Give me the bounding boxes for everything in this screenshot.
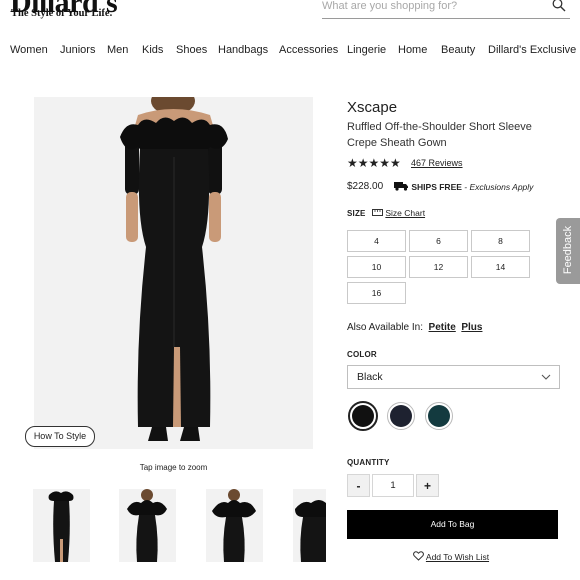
dress-thumbnail-image xyxy=(48,491,74,562)
add-to-bag-button[interactable]: Add To Bag xyxy=(347,510,558,539)
quantity-decrease-button[interactable]: - xyxy=(347,474,370,497)
nav-item-home[interactable]: Home xyxy=(398,44,427,56)
nav-item-handbags[interactable]: Handbags xyxy=(218,44,268,56)
main-nav: Women Juniors Men Kids Shoes Handbags Ac… xyxy=(0,44,580,60)
color-swatch-black[interactable] xyxy=(348,401,378,431)
thumbnail-1[interactable] xyxy=(33,489,90,562)
product-brand[interactable]: Xscape xyxy=(347,99,397,116)
search-input[interactable] xyxy=(322,0,542,12)
dress-thumbnail-image xyxy=(212,489,256,562)
plus-link[interactable]: Plus xyxy=(461,322,482,333)
also-available-label: Also Available In: xyxy=(347,322,423,333)
color-selected-value: Black xyxy=(357,371,383,383)
dress-back-view-image xyxy=(120,97,228,441)
rating-stars-glyphs: ★★★★★ xyxy=(347,156,401,170)
thumbnail-2[interactable] xyxy=(119,489,176,562)
ships-free-label: SHIPS FREE xyxy=(411,182,462,192)
main-product-image[interactable] xyxy=(34,97,313,449)
size-option[interactable]: 12 xyxy=(409,256,468,278)
swatch-fill xyxy=(390,405,412,427)
quantity-stepper: - 1 + xyxy=(347,474,439,497)
size-option[interactable]: 6 xyxy=(409,230,468,252)
store-tagline: The Style of Your Life. xyxy=(11,8,113,19)
color-swatch-navy[interactable] xyxy=(387,402,415,430)
quantity-input[interactable]: 1 xyxy=(372,474,414,497)
quantity-increase-button[interactable]: + xyxy=(416,474,439,497)
thumbnail-3[interactable] xyxy=(206,489,263,562)
search-bar xyxy=(322,0,570,19)
petite-link[interactable]: Petite xyxy=(429,322,456,333)
swatch-fill xyxy=(352,405,374,427)
nav-item-juniors[interactable]: Juniors xyxy=(60,44,95,56)
color-select[interactable]: Black xyxy=(347,365,560,389)
also-available-in: Also Available In: Petite Plus xyxy=(347,322,482,333)
nav-item-beauty[interactable]: Beauty xyxy=(441,44,475,56)
shipping-info: SHIPS FREE - Exclusions Apply xyxy=(394,181,533,192)
color-swatch-teal[interactable] xyxy=(425,402,453,430)
rating-stars: ★★★★★ xyxy=(347,156,401,170)
feedback-tab[interactable]: Feedback xyxy=(556,218,580,284)
nav-item-men[interactable]: Men xyxy=(107,44,128,56)
add-to-wish-list-link[interactable]: Add To Wish List xyxy=(413,551,489,562)
search-icon[interactable] xyxy=(552,0,566,12)
dress-thumbnail-image xyxy=(295,500,326,562)
size-option[interactable]: 4 xyxy=(347,230,406,252)
size-option[interactable]: 16 xyxy=(347,282,406,304)
how-to-style-button[interactable]: How To Style xyxy=(25,426,95,447)
reviews-link[interactable]: 467 Reviews xyxy=(411,158,463,168)
nav-item-lingerie[interactable]: Lingerie xyxy=(347,44,386,56)
product-name: Ruffled Off-the-Shoulder Short Sleeve Cr… xyxy=(347,121,532,149)
quantity-label: QUANTITY xyxy=(347,458,390,467)
wish-list-label: Add To Wish List xyxy=(425,552,490,562)
truck-icon xyxy=(394,182,408,191)
chevron-down-icon xyxy=(541,374,551,380)
size-option[interactable]: 14 xyxy=(471,256,530,278)
nav-item-kids[interactable]: Kids xyxy=(142,44,163,56)
thumbnail-4[interactable] xyxy=(293,489,326,562)
dress-thumbnail-image xyxy=(127,489,167,562)
ruler-icon xyxy=(372,209,383,216)
product-price: $228.00 xyxy=(347,181,384,192)
size-chart-label: Size Chart xyxy=(385,208,426,218)
ships-free-note[interactable]: - Exclusions Apply xyxy=(462,182,533,192)
color-label: COLOR xyxy=(347,350,377,359)
tap-to-zoom-hint: Tap image to zoom xyxy=(139,463,208,472)
nav-item-accessories[interactable]: Accessories xyxy=(279,44,338,56)
size-option[interactable]: 10 xyxy=(347,256,406,278)
size-label: SIZE xyxy=(347,209,366,218)
nav-item-women[interactable]: Women xyxy=(10,44,48,56)
size-option[interactable]: 8 xyxy=(471,230,530,252)
feedback-label: Feedback xyxy=(562,225,574,275)
nav-item-shoes[interactable]: Shoes xyxy=(176,44,207,56)
nav-item-dillards-exclusive[interactable]: Dillard's Exclusive xyxy=(488,44,576,56)
heart-icon xyxy=(413,551,424,561)
swatch-fill xyxy=(428,405,450,427)
size-chart-link[interactable]: Size Chart xyxy=(372,208,425,218)
